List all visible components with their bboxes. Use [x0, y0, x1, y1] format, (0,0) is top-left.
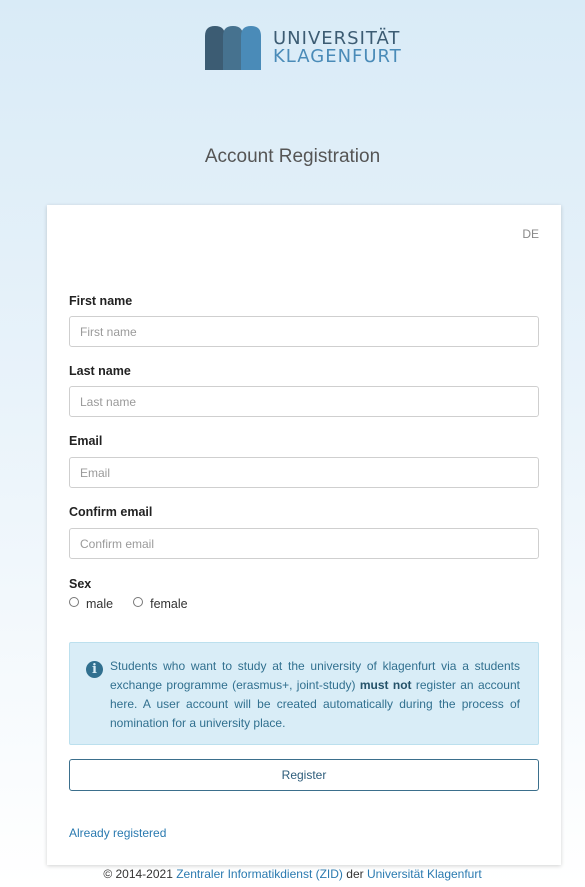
footer-middle: der: [342, 867, 367, 881]
already-registered-link[interactable]: Already registered: [69, 826, 166, 840]
sex-option-female[interactable]: female: [133, 597, 188, 611]
email-label: Email: [69, 434, 103, 448]
radio-female[interactable]: [133, 597, 144, 607]
logo-wordmark: UNIVERSITÄT KLAGENFURT: [273, 30, 402, 66]
info-circle-icon: i: [86, 661, 103, 678]
footer-copyright: © 2014-2021: [103, 867, 177, 881]
logo-mark-icon: [205, 26, 261, 70]
confirm-email-label: Confirm email: [69, 505, 153, 519]
exchange-info-alert: i Students who want to study at the univ…: [69, 642, 539, 745]
email-input[interactable]: [69, 457, 539, 488]
first-name-input[interactable]: [69, 316, 539, 347]
last-name-input[interactable]: [69, 386, 539, 417]
sex-option-male-label: male: [86, 597, 114, 611]
language-toggle[interactable]: DE: [522, 227, 539, 241]
registration-card: DE First name Last name Email Confirm em…: [47, 205, 561, 865]
university-logo: UNIVERSITÄT KLAGENFURT: [205, 26, 402, 70]
sex-option-male[interactable]: male: [69, 597, 113, 611]
footer: © 2014-2021 Zentraler Informatikdienst (…: [0, 867, 585, 881]
sex-label: Sex: [69, 577, 92, 591]
last-name-label: Last name: [69, 364, 131, 378]
confirm-email-input[interactable]: [69, 528, 539, 559]
sex-option-female-label: female: [150, 597, 188, 611]
register-button[interactable]: Register: [69, 759, 539, 791]
radio-male[interactable]: [69, 597, 79, 607]
footer-zid-link[interactable]: Zentraler Informatikdienst (ZID): [176, 867, 343, 881]
first-name-label: First name: [69, 294, 133, 308]
logo-line-2: KLAGENFURT: [273, 46, 402, 67]
sex-radio-group: male female: [69, 597, 208, 611]
footer-university-link[interactable]: Universität Klagenfurt: [367, 867, 482, 881]
info-text-bold: must not: [359, 678, 412, 692]
page-title: Account Registration: [204, 146, 381, 167]
